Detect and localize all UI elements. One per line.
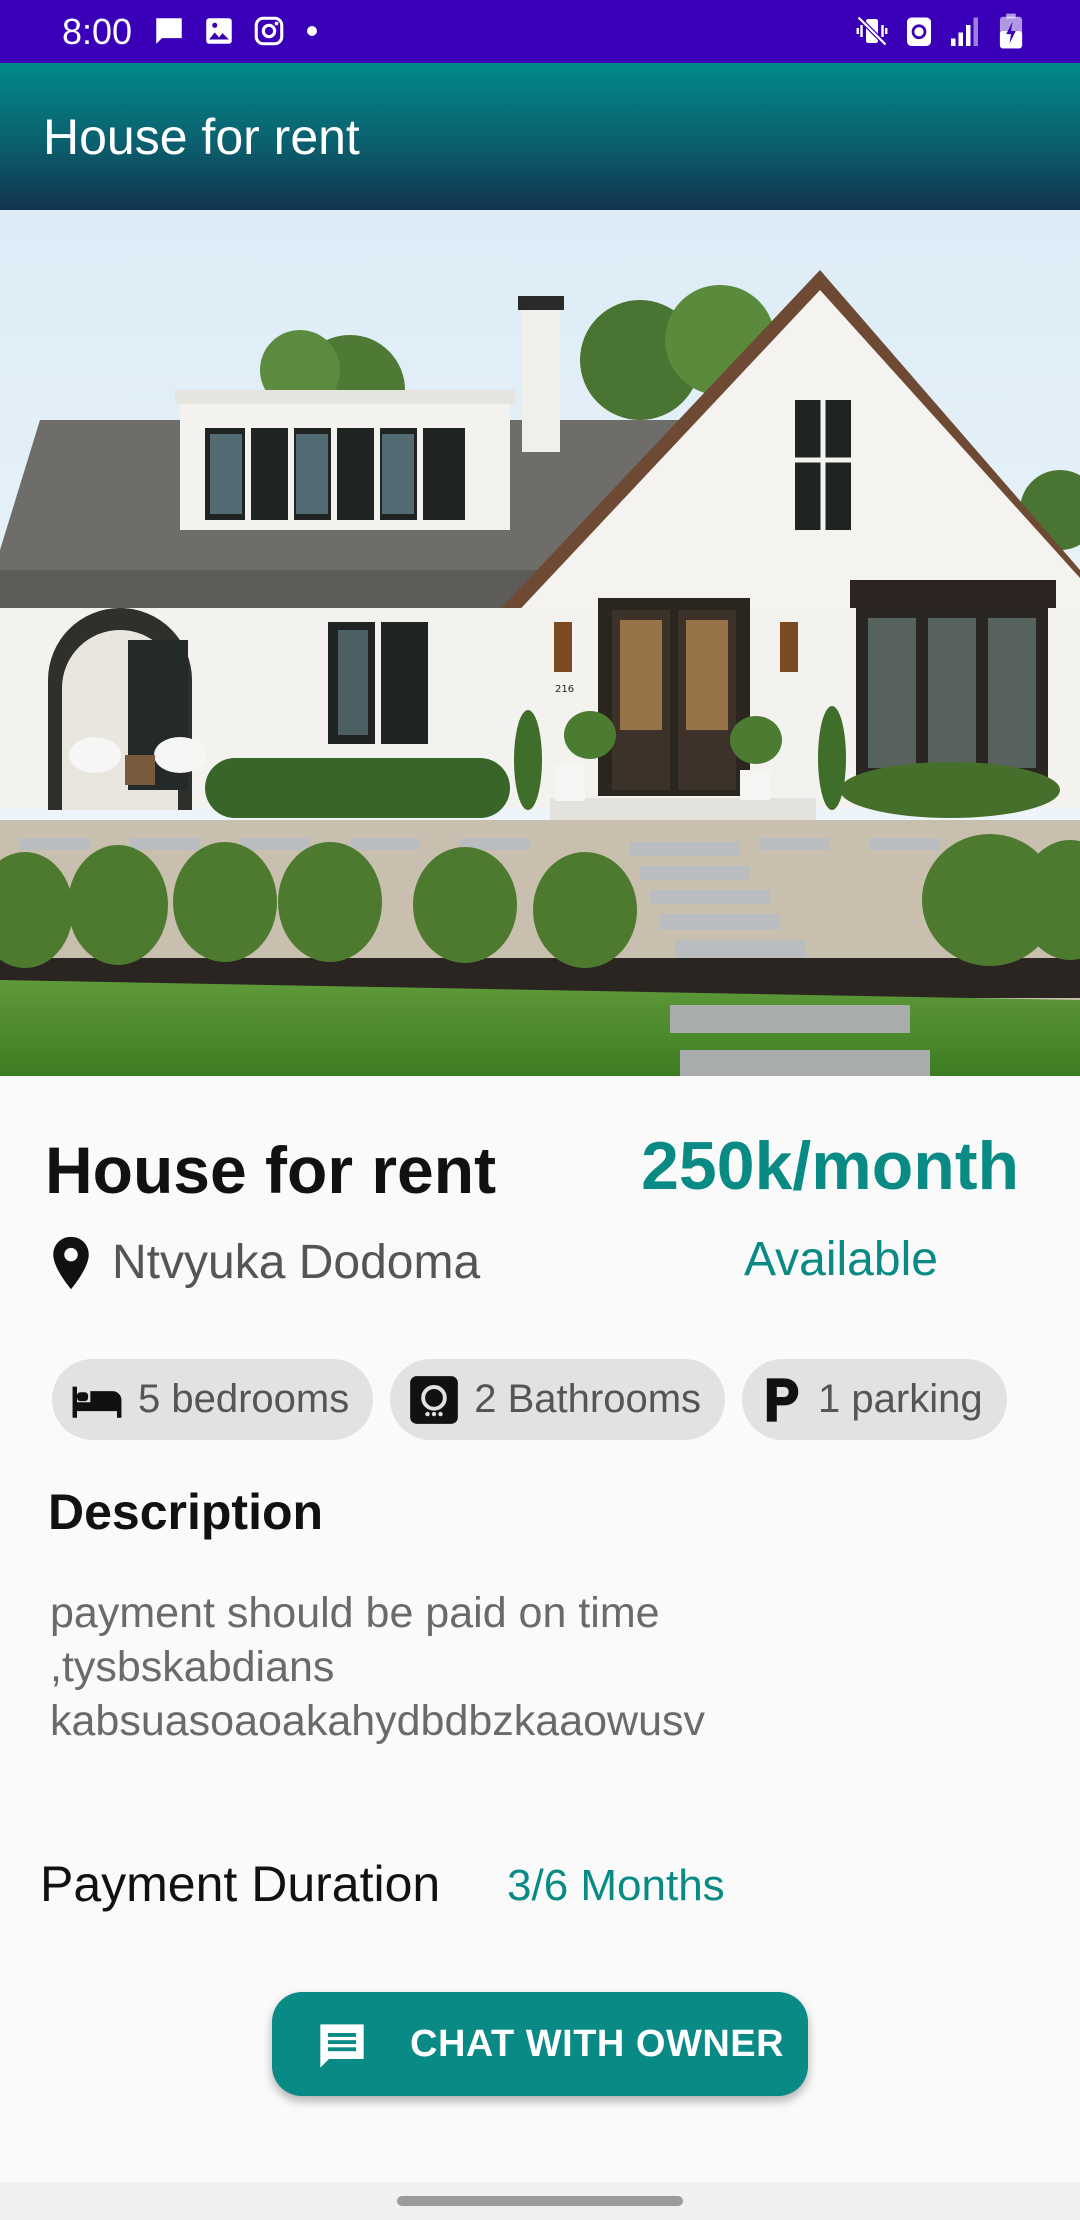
home-indicator[interactable] xyxy=(397,2196,683,2206)
status-time: 8:00 xyxy=(62,11,133,52)
bed-icon xyxy=(72,1386,122,1418)
chip-bathrooms[interactable]: 2 Bathrooms xyxy=(390,1359,726,1440)
chip-parking[interactable]: 1 parking xyxy=(742,1359,1007,1440)
chip-label: 1 parking xyxy=(818,1377,983,1421)
chip-label: 2 Bathrooms xyxy=(474,1377,702,1421)
notification-icons xyxy=(152,14,322,48)
house-illustration: 216 xyxy=(0,210,1080,1076)
instagram-icon xyxy=(254,16,284,46)
location-row: Ntvyuka Dodoma xyxy=(48,1228,480,1298)
description-heading: Description xyxy=(48,1484,324,1540)
chat-with-owner-button[interactable]: CHAT WITH OWNER xyxy=(272,1992,808,2096)
battery-charging-icon xyxy=(999,13,1023,49)
app-bar-title: House for rent xyxy=(43,109,360,165)
house-number: 216 xyxy=(555,684,574,695)
vibrate-mute-icon xyxy=(856,15,888,47)
location-pin-icon xyxy=(53,1236,89,1290)
status-bar: 8:00 xyxy=(0,0,1080,63)
recycle-icon xyxy=(907,17,931,46)
location-text: Ntvyuka Dodoma xyxy=(112,1236,481,1289)
availability-status: Available xyxy=(744,1233,938,1286)
chat-button-label: CHAT WITH OWNER xyxy=(410,2023,785,2065)
bathroom-icon xyxy=(410,1375,459,1424)
payment-duration-label: Payment Duration xyxy=(40,1856,441,1912)
listing-title: House for rent xyxy=(45,1133,497,1207)
signal-icon xyxy=(951,17,978,46)
app-bar: House for rent xyxy=(0,63,1080,210)
listing-price: 250k/month xyxy=(641,1128,1019,1204)
message-icon xyxy=(320,2024,364,2068)
description-text: payment should be paid on time ,tysbskab… xyxy=(50,1589,706,1745)
house-photo: 216 xyxy=(0,210,1080,1076)
message-icon xyxy=(156,18,182,44)
system-icons xyxy=(854,12,1024,50)
parking-icon xyxy=(766,1377,799,1422)
image-icon xyxy=(206,18,232,44)
house-detail-screen: 8:00 House for rent 216 House for rent 2… xyxy=(0,0,1080,2220)
chip-bedrooms[interactable]: 5 bedrooms xyxy=(52,1359,374,1440)
feature-chips: 5 bedrooms 2 Bathrooms 1 parking xyxy=(52,1359,1007,1440)
payment-duration-value: 3/6 Months xyxy=(507,1861,725,1910)
chip-label: 5 bedrooms xyxy=(138,1377,350,1421)
dot-icon xyxy=(307,26,317,36)
